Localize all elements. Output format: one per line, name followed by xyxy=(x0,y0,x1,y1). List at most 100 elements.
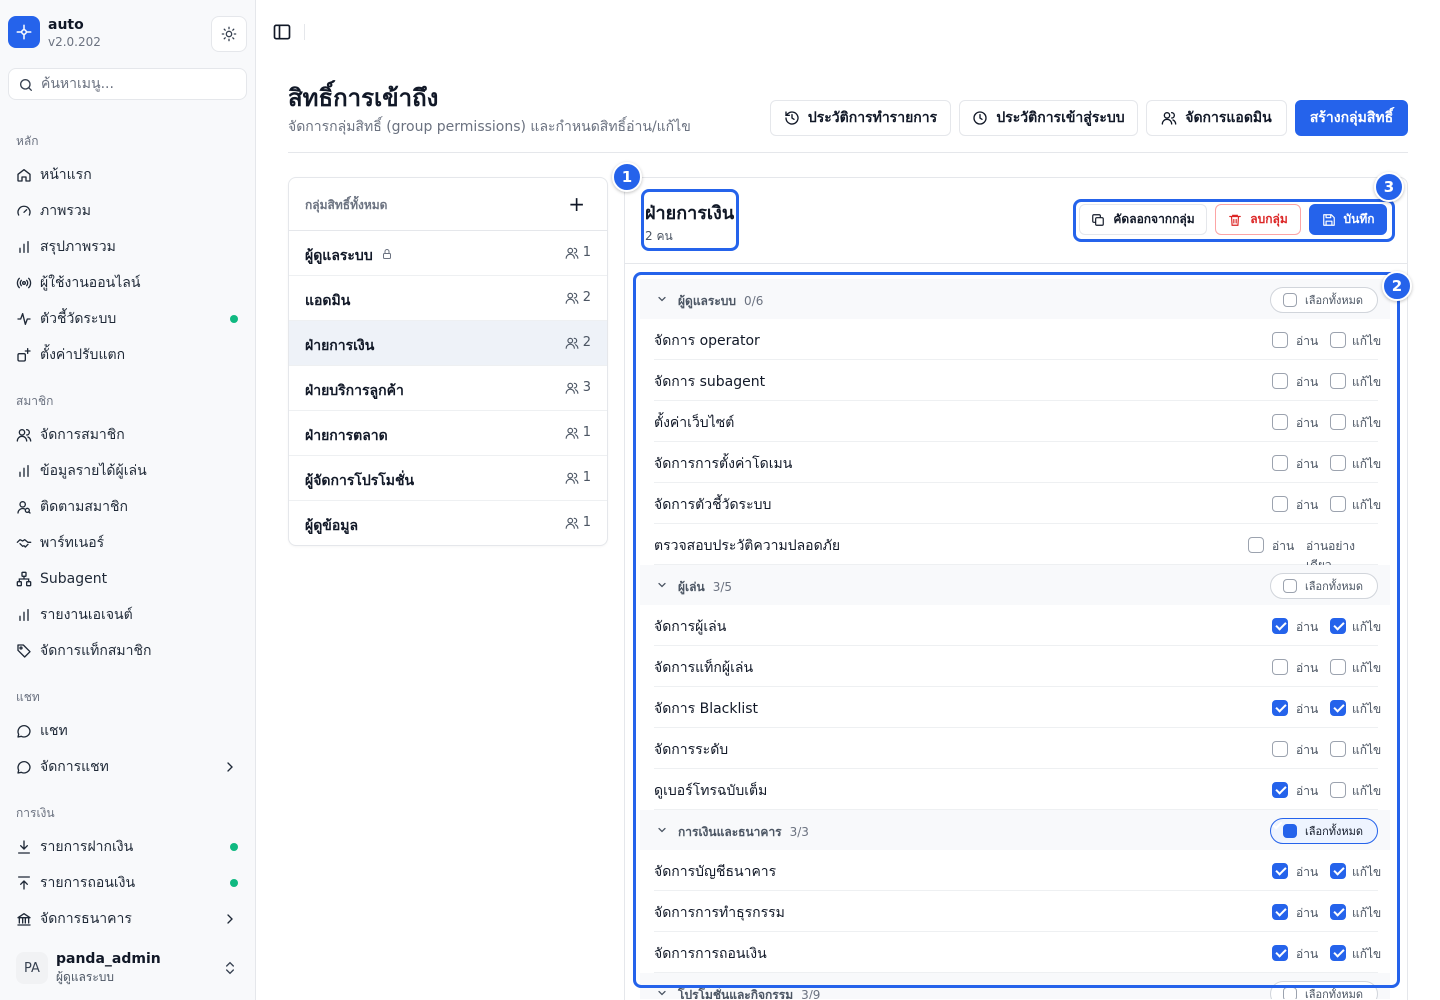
group-list-title: กลุ่มสิทธิ์ทั้งหมด xyxy=(305,198,388,212)
copy-from-group-button[interactable]: คัดลอกจากกลุ่ม xyxy=(1079,204,1207,235)
nav-item-member-tags[interactable]: จัดการแท็กสมาชิก xyxy=(8,635,248,667)
nav-item-subagent[interactable]: Subagent xyxy=(8,563,248,595)
nav-item-label: พาร์ทเนอร์ xyxy=(40,535,105,551)
group-list-header: กลุ่มสิทธิ์ทั้งหมด + xyxy=(289,178,607,231)
nav-item-overview[interactable]: ภาพรวม xyxy=(8,195,248,227)
handshake-icon xyxy=(16,539,32,548)
create-group-button[interactable]: สร้างกลุ่มสิทธิ์ xyxy=(1295,100,1408,136)
users-icon xyxy=(565,382,579,394)
users-icon xyxy=(565,427,579,439)
save-button[interactable]: บันทึก xyxy=(1309,204,1387,235)
status-dot xyxy=(230,843,238,851)
nav-item-track-members[interactable]: ติดตามสมาชิก xyxy=(8,491,248,523)
broadcast-icon xyxy=(16,277,32,289)
bar-chart-icon xyxy=(19,465,29,477)
users-icon xyxy=(16,429,32,442)
group-item[interactable]: ฝ่ายบริการลูกค้า 3 xyxy=(289,366,607,411)
brand-version: v2.0.202 xyxy=(48,35,101,49)
button-label: สร้างกลุ่มสิทธิ์ xyxy=(1309,110,1394,126)
status-dot xyxy=(230,879,238,887)
lock-icon xyxy=(383,249,391,259)
nav-item-partner[interactable]: พาร์ทเนอร์ xyxy=(8,527,248,559)
delete-group-button[interactable]: ลบกลุ่ม xyxy=(1215,204,1301,235)
chevron-right-icon xyxy=(227,914,233,924)
highlight-box-permissions xyxy=(633,272,1400,988)
nav-item-manage-chat[interactable]: จัดการแชท xyxy=(8,751,248,783)
group-item-name: ผู้ดูข้อมูล xyxy=(305,518,359,534)
bank-icon xyxy=(17,913,31,926)
download-icon xyxy=(18,840,30,854)
nav-section-finance: การเงิน xyxy=(16,806,55,820)
upload-icon xyxy=(18,876,30,890)
divider xyxy=(625,263,1407,264)
nav-item-withdrawals[interactable]: รายการถอนเงิน xyxy=(8,867,248,899)
nav-item-summary[interactable]: สรุปภาพรวม xyxy=(8,231,248,263)
add-group-button[interactable]: + xyxy=(568,192,585,216)
nav-item-adjust-settings[interactable]: ตั้งค่าปรับแตก xyxy=(8,339,248,371)
bar-chart-icon xyxy=(19,241,29,253)
nav-item-manage-members[interactable]: จัดการสมาชิก xyxy=(8,419,248,451)
nav-item-label: รายการถอนเงิน xyxy=(40,875,136,891)
nav-item-label: ภาพรวม xyxy=(40,203,91,219)
page-title: สิทธิ์การเข้าถึง xyxy=(288,84,439,112)
group-item-name: ฝ่ายบริการลูกค้า xyxy=(305,383,404,399)
group-item-count: 2 xyxy=(565,335,591,350)
chat-bubble-icon xyxy=(17,725,31,738)
select-all-checkbox[interactable] xyxy=(1283,987,1297,999)
bar-chart-icon xyxy=(19,609,29,621)
theme-toggle-button[interactable] xyxy=(211,16,247,52)
group-item[interactable]: ผู้ดูข้อมูล 1 xyxy=(289,501,607,545)
nav-item-label: แชท xyxy=(40,723,68,739)
sidebar-panel-icon xyxy=(273,24,291,40)
group-item-count: 1 xyxy=(565,470,591,485)
nav-item-label: จัดการธนาคาร xyxy=(40,911,132,927)
nav-item-label: ตัวชี้วัดระบบ xyxy=(40,311,117,327)
transaction-history-button[interactable]: ประวัติการทำรายการ xyxy=(770,100,951,136)
group-item-name: ผู้ดูแลระบบ xyxy=(305,248,373,264)
group-item[interactable]: ฝ่ายการเงิน 2 xyxy=(289,321,607,366)
settings-adjust-icon xyxy=(17,348,31,362)
sidebar: auto v2.0.202 หลัก หน้าแรก ภาพรวม สรุปภา… xyxy=(0,0,256,1000)
group-item-count: 1 xyxy=(565,515,591,530)
member-count: 2 xyxy=(582,335,591,350)
nav-item-agent-report[interactable]: รายงานเอเจนต์ xyxy=(8,599,248,631)
member-count: 3 xyxy=(582,380,591,395)
group-item[interactable]: แอดมิน 2 xyxy=(289,276,607,321)
divider xyxy=(288,152,1408,153)
group-item[interactable]: ฝ่ายการตลาด 1 xyxy=(289,411,607,456)
group-item[interactable]: ผู้ดูแลระบบ 1 xyxy=(289,231,607,276)
sidebar-toggle-button[interactable] xyxy=(272,22,292,42)
nav-item-home[interactable]: หน้าแรก xyxy=(8,159,248,191)
clock-icon xyxy=(973,111,988,125)
nav-section-main: หลัก xyxy=(16,134,39,148)
network-icon xyxy=(16,571,32,587)
nav-item-system-metrics[interactable]: ตัวชี้วัดระบบ xyxy=(8,303,248,335)
step-marker-1: 1 xyxy=(612,162,642,192)
login-history-button[interactable]: ประวัติการเข้าสู่ระบบ xyxy=(959,100,1138,136)
manage-admins-button[interactable]: จัดการแอดมิน xyxy=(1146,100,1287,136)
button-label: ประวัติการทำรายการ xyxy=(807,110,938,126)
users-icon xyxy=(565,247,579,259)
group-member-count: 2 คน xyxy=(645,229,673,243)
brand-name: auto xyxy=(48,17,84,33)
nav-item-manage-banks[interactable]: จัดการธนาคาร xyxy=(8,903,248,935)
menu-search-input[interactable] xyxy=(41,69,241,99)
nav-item-online-users[interactable]: ผู้ใช้งานออนไลน์ xyxy=(8,267,248,299)
nav-item-chat[interactable]: แชท xyxy=(8,715,248,747)
group-item[interactable]: ผู้จัดการโปรโมชั่น 1 xyxy=(289,456,607,501)
nav-item-player-revenue[interactable]: ข้อมูลรายได้ผู้เล่น xyxy=(8,455,248,487)
button-label: ลบกลุ่ม xyxy=(1250,212,1288,226)
group-list: กลุ่มสิทธิ์ทั้งหมด + ผู้ดูแลระบบ 1 แอดมิน 2… xyxy=(288,177,608,546)
divider xyxy=(304,24,305,40)
group-item-count: 2 xyxy=(565,290,591,305)
chevron-down-icon xyxy=(658,990,666,996)
member-count: 1 xyxy=(582,515,591,530)
nav-section-members: สมาชิก xyxy=(16,394,54,408)
nav-item-deposits[interactable]: รายการฝากเงิน xyxy=(8,831,248,863)
page-subtitle: จัดการกลุ่มสิทธิ์ (group permissions) แล… xyxy=(288,119,691,135)
button-label: คัดลอกจากกลุ่ม xyxy=(1113,212,1195,226)
users-icon xyxy=(565,337,579,349)
group-item-name: ผู้จัดการโปรโมชั่น xyxy=(305,473,415,489)
user-menu[interactable]: PA panda_admin ผู้ดูแลระบบ xyxy=(8,946,248,990)
nav-item-label: หน้าแรก xyxy=(40,167,92,183)
